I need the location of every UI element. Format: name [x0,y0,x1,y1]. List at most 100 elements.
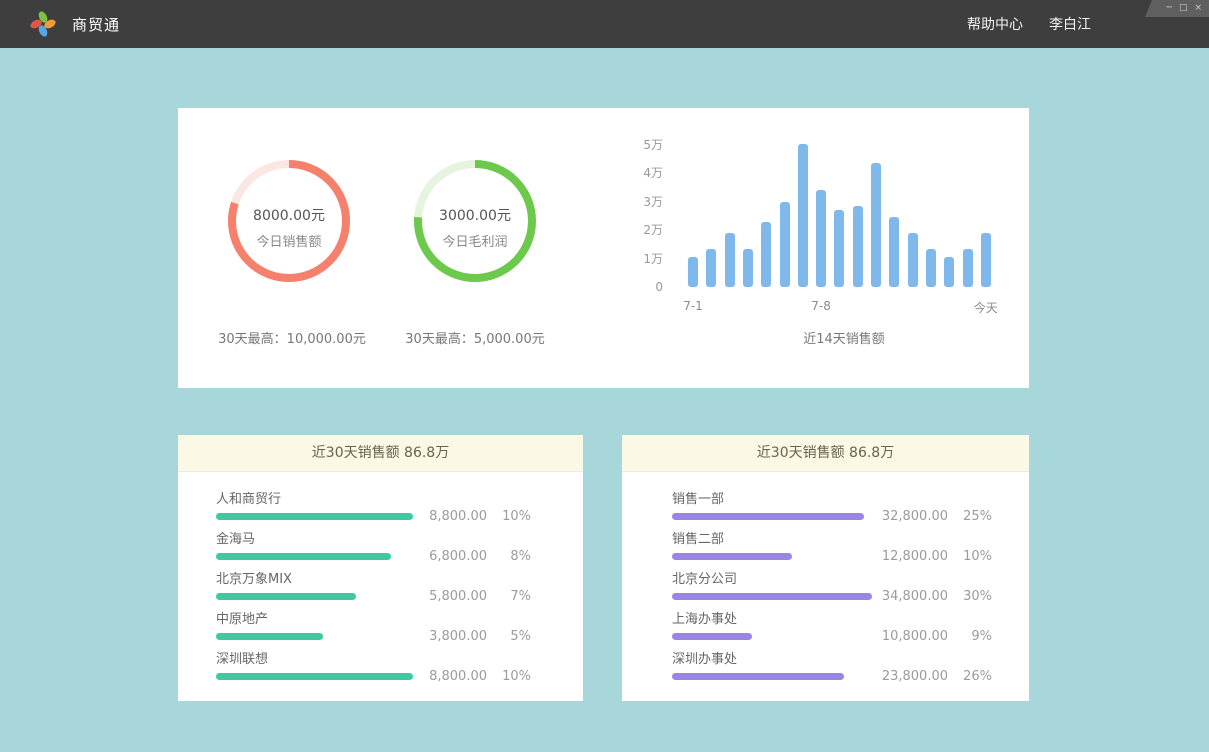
y-axis-tick: 1万 [623,252,663,266]
item-name: 金海马 [216,530,583,548]
list-item: 深圳办事处23,800.0026% [622,650,1029,690]
x-axis-tick: 7-1 [671,299,715,313]
sales-14day-chart: 01万2万3万4万5万7-17-8今天 [623,136,1013,326]
minimize-icon[interactable]: ─ [1167,4,1172,13]
item-meta: 23,800.0026% [868,669,992,684]
list-item: 中原地产3,800.005% [178,610,583,650]
customer-rows: 人和商贸行8,800.0010%金海马6,800.008%北京万象MIX5,80… [178,472,583,690]
list-item: 北京分公司34,800.0030% [622,570,1029,610]
titlebar-nav: 帮助中心 李白江 [967,14,1091,34]
item-percent: 26% [948,669,992,684]
y-axis-tick: 3万 [623,195,663,209]
pinwheel-logo-icon [28,9,58,39]
item-name: 深圳办事处 [672,650,1029,668]
item-amount: 10,800.00 [868,629,948,644]
item-name: 中原地产 [216,610,583,628]
help-center-link[interactable]: 帮助中心 [967,14,1023,34]
item-amount: 5,800.00 [407,589,487,604]
sales-bar [889,217,899,287]
list-item: 人和商贸行8,800.0010% [178,490,583,530]
item-amount: 12,800.00 [868,549,948,564]
app-window: 商贸通 帮助中心 李白江 ─ □ × 8000.00元 今日销售额 30天最高：… [0,0,1209,752]
item-bar [216,593,356,600]
item-bar [672,593,872,600]
item-name: 人和商贸行 [216,490,583,508]
item-meta: 6,800.008% [407,549,531,564]
x-axis-tick: 今天 [964,299,1008,316]
item-name: 北京分公司 [672,570,1029,588]
y-axis-tick: 2万 [623,223,663,237]
overview-card: 8000.00元 今日销售额 30天最高：10,000.00元 3000.00元… [178,108,1029,388]
sales-bar [853,206,863,287]
bar-chart-title: 近14天销售额 [688,328,1000,347]
item-bar [216,673,413,680]
item-amount: 23,800.00 [868,669,948,684]
sales-bar [798,144,808,287]
item-percent: 10% [487,669,531,684]
sales-bar [926,249,936,287]
item-amount: 3,800.00 [407,629,487,644]
list-item: 深圳联想8,800.0010% [178,650,583,690]
sales-bar [761,222,771,287]
item-amount: 6,800.00 [407,549,487,564]
sales-bar [725,233,735,287]
user-name-link[interactable]: 李白江 [1049,14,1091,34]
department-sales-card: 近30天销售额 86.8万 销售一部32,800.0025% 销售二部12,800… [622,435,1029,701]
customer-card-title: 近30天销售额 86.8万 [178,435,583,472]
profit-30day-max-note: 30天最高：5,000.00元 [361,328,589,347]
list-item: 金海马6,800.008% [178,530,583,570]
today-profit-gauge: 3000.00元 今日毛利润 [412,158,538,284]
item-percent: 7% [487,589,531,604]
today-sales-gauge: 8000.00元 今日销售额 [226,158,352,284]
app-title: 商贸通 [72,14,120,35]
item-percent: 30% [948,589,992,604]
item-bar [216,553,391,560]
item-amount: 32,800.00 [868,509,948,524]
item-amount: 8,800.00 [407,669,487,684]
item-bar [216,633,323,640]
item-bar [672,513,864,520]
item-meta: 8,800.0010% [407,669,531,684]
list-item: 销售二部12,800.0010% [622,530,1029,570]
item-percent: 25% [948,509,992,524]
today-sales-label: 今日销售额 [226,231,352,250]
list-item: 北京万象MIX5,800.007% [178,570,583,610]
item-bar [672,673,844,680]
today-sales-value: 8000.00元 [226,205,352,225]
y-axis-tick: 5万 [623,138,663,152]
item-percent: 10% [487,509,531,524]
item-meta: 10,800.009% [868,629,992,644]
sales-bar [743,249,753,287]
item-amount: 34,800.00 [868,589,948,604]
y-axis-tick: 0 [623,280,663,294]
item-percent: 5% [487,629,531,644]
item-name: 销售一部 [672,490,1029,508]
sales-bar [963,249,973,287]
maximize-icon[interactable]: □ [1179,4,1188,13]
item-percent: 10% [948,549,992,564]
item-name: 北京万象MIX [216,570,583,588]
department-card-title: 近30天销售额 86.8万 [622,435,1029,472]
item-meta: 32,800.0025% [868,509,992,524]
sales-bar [871,163,881,287]
bar-plot-area [688,136,1003,287]
sales-bar [706,249,716,287]
item-percent: 9% [948,629,992,644]
sales-bar [688,257,698,287]
customer-sales-card: 近30天销售额 86.8万 人和商贸行8,800.0010%金海马6,800.0… [178,435,583,701]
sales-bar [944,257,954,287]
item-meta: 3,800.005% [407,629,531,644]
item-bar [216,513,413,520]
item-name: 销售二部 [672,530,1029,548]
item-bar [672,633,752,640]
item-meta: 8,800.0010% [407,509,531,524]
sales-bar [908,233,918,287]
sales-bar [981,233,991,287]
item-name: 上海办事处 [672,610,1029,628]
sales-bar [780,202,790,287]
window-controls: ─ □ × [1145,0,1209,17]
item-meta: 34,800.0030% [868,589,992,604]
close-icon[interactable]: × [1194,4,1202,13]
item-bar [672,553,792,560]
y-axis-tick: 4万 [623,166,663,180]
